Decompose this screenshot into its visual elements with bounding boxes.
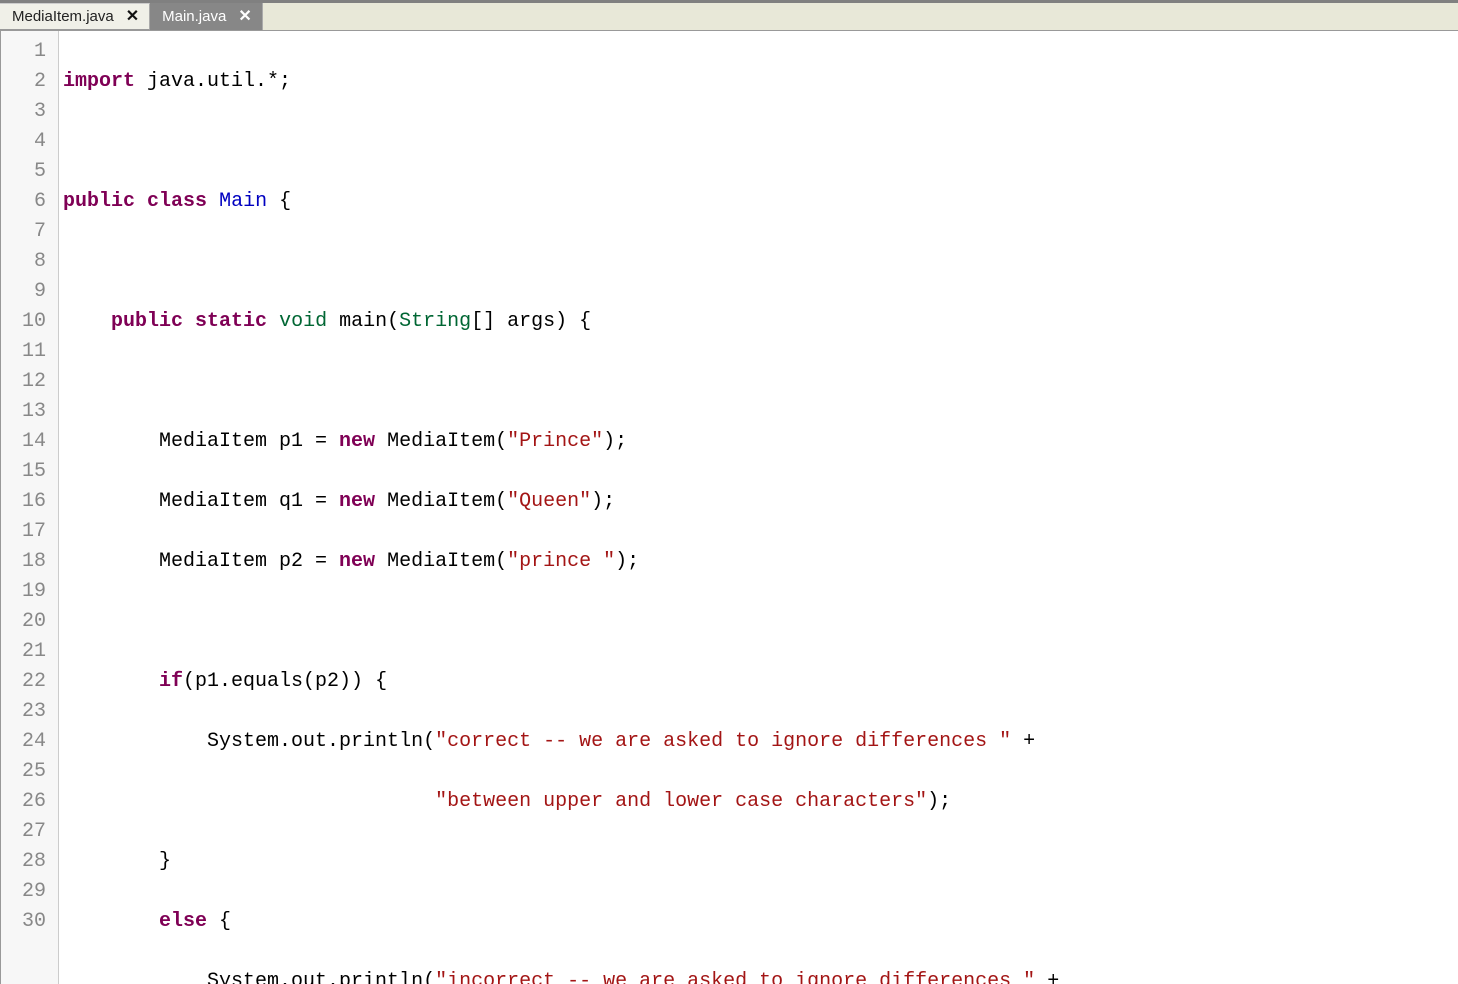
line-number: 28 <box>1 847 50 877</box>
line-number-gutter: 1234567891011121314151617181920212223242… <box>1 31 59 984</box>
line-number: 30 <box>1 907 50 937</box>
line-number: 16 <box>1 487 50 517</box>
close-icon[interactable]: ✕ <box>236 9 253 25</box>
code-line: } <box>63 847 1071 877</box>
tab-label: Main.java <box>162 8 226 25</box>
line-number: 8 <box>1 247 50 277</box>
line-number: 11 <box>1 337 50 367</box>
code-line <box>63 247 1071 277</box>
code-line: import java.util.*; <box>63 67 1071 97</box>
code-line <box>63 367 1071 397</box>
line-number: 29 <box>1 877 50 907</box>
line-number: 9 <box>1 277 50 307</box>
tab-mediaitem[interactable]: MediaItem.java ✕ <box>0 3 150 30</box>
code-line <box>63 607 1071 637</box>
code-line: System.out.println("incorrect -- we are … <box>63 967 1071 984</box>
close-icon[interactable]: ✕ <box>124 9 141 25</box>
code-area: 1234567891011121314151617181920212223242… <box>0 31 1458 984</box>
line-number: 14 <box>1 427 50 457</box>
line-number: 4 <box>1 127 50 157</box>
code-line: public static void main(String[] args) { <box>63 307 1071 337</box>
line-number: 22 <box>1 667 50 697</box>
line-number: 6 <box>1 187 50 217</box>
line-number: 18 <box>1 547 50 577</box>
line-number: 12 <box>1 367 50 397</box>
editor-container: MediaItem.java ✕ Main.java ✕ 12345678910… <box>0 0 1458 984</box>
line-number: 21 <box>1 637 50 667</box>
line-number: 1 <box>1 37 50 67</box>
line-number: 23 <box>1 697 50 727</box>
line-number: 20 <box>1 607 50 637</box>
code-line: System.out.println("correct -- we are as… <box>63 727 1071 757</box>
tab-main[interactable]: Main.java ✕ <box>150 3 263 30</box>
code-line: public class Main { <box>63 187 1071 217</box>
line-number: 7 <box>1 217 50 247</box>
line-number: 3 <box>1 97 50 127</box>
code-line: else { <box>63 907 1071 937</box>
line-number: 24 <box>1 727 50 757</box>
code-line <box>63 127 1071 157</box>
code-content[interactable]: import java.util.*; public class Main { … <box>59 31 1071 984</box>
code-line: MediaItem p2 = new MediaItem("prince "); <box>63 547 1071 577</box>
line-number: 17 <box>1 517 50 547</box>
code-line: "between upper and lower case characters… <box>63 787 1071 817</box>
code-line: if(p1.equals(p2)) { <box>63 667 1071 697</box>
line-number: 19 <box>1 577 50 607</box>
line-number: 26 <box>1 787 50 817</box>
line-number: 15 <box>1 457 50 487</box>
tab-bar: MediaItem.java ✕ Main.java ✕ <box>0 3 1458 31</box>
code-line: MediaItem p1 = new MediaItem("Prince"); <box>63 427 1071 457</box>
line-number: 13 <box>1 397 50 427</box>
line-number: 25 <box>1 757 50 787</box>
line-number: 2 <box>1 67 50 97</box>
tab-label: MediaItem.java <box>12 8 114 25</box>
line-number: 10 <box>1 307 50 337</box>
line-number: 5 <box>1 157 50 187</box>
code-line: MediaItem q1 = new MediaItem("Queen"); <box>63 487 1071 517</box>
line-number: 27 <box>1 817 50 847</box>
